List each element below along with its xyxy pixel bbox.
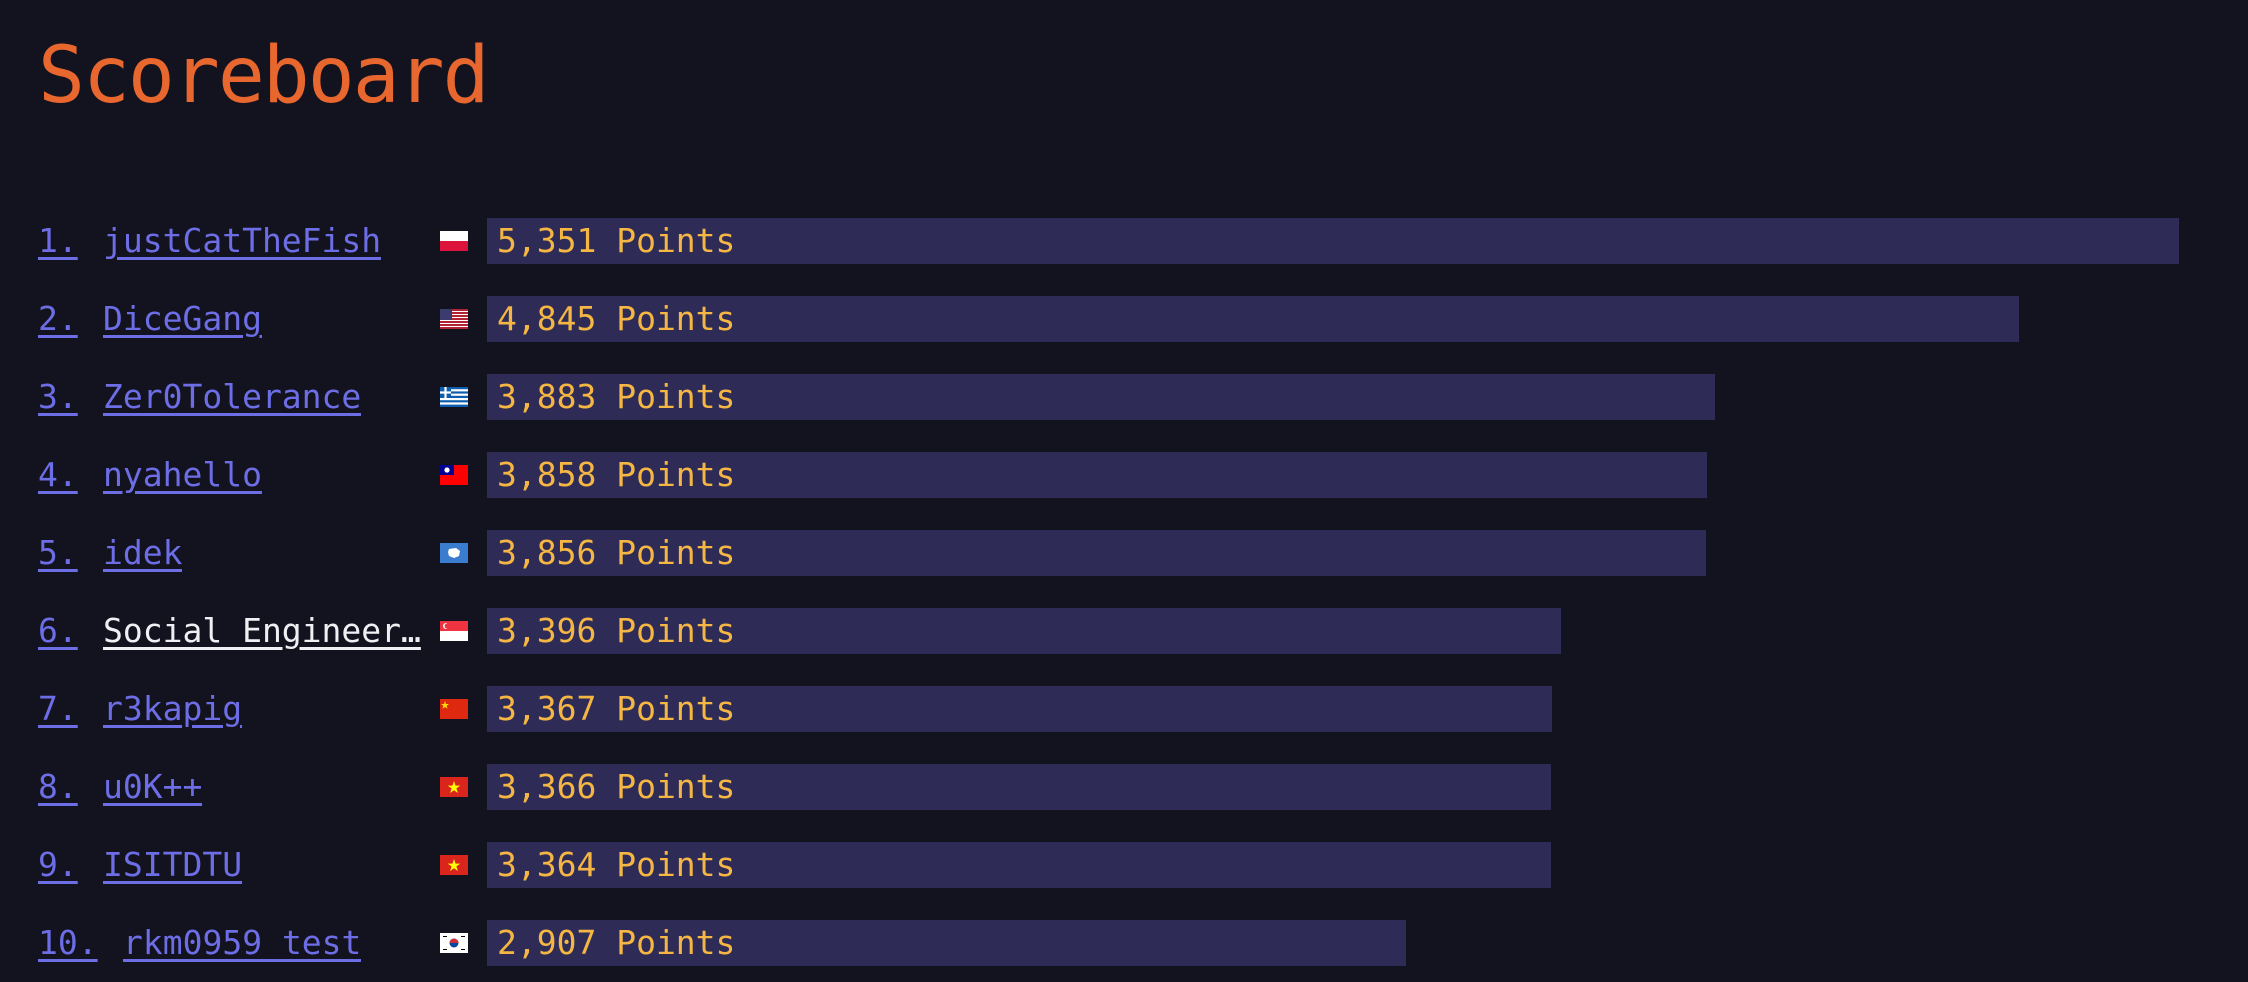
points-label: 3,856 Points [497,533,736,572]
team-link[interactable]: justCatTheFish [103,218,381,264]
team-link[interactable]: ISITDTU [103,842,242,888]
rank-link[interactable]: 2. [38,296,78,342]
team-link[interactable]: u0K++ [103,764,202,810]
flag-vietnam-icon [440,777,468,797]
points-label: 2,907 Points [497,923,736,962]
rank-link[interactable]: 1. [38,218,78,264]
rank-link[interactable]: 10. [38,920,98,966]
flag-vietnam-icon [440,855,468,875]
team-link[interactable]: rkm0959_test [123,920,361,966]
scoreboard-row: 1. justCatTheFish 5,351 Points [38,218,2218,264]
scoreboard-row: 4. nyahello 3,858 Points [38,452,2218,498]
points-label: 3,366 Points [497,767,736,806]
scoreboard-row: 3. Zer0Tolerance 3,883 Points [38,374,2218,420]
flag-antarctica-icon [440,543,468,563]
points-label: 5,351 Points [497,221,736,260]
rank-link[interactable]: 4. [38,452,78,498]
scoreboard-row: 6. Social_Engineer… 3,396 Points [38,608,2218,654]
flag-singapore-icon [440,621,468,641]
scoreboard-list: 1. justCatTheFish 5,351 Points 2. DiceGa… [38,218,2218,982]
team-link[interactable]: r3kapig [103,686,242,732]
team-link[interactable]: Zer0Tolerance [103,374,361,420]
team-link-current[interactable]: Social_Engineer… [103,608,421,654]
points-label: 3,364 Points [497,845,736,884]
rank-link[interactable]: 3. [38,374,78,420]
scoreboard-row: 7. r3kapig 3,367 Points [38,686,2218,732]
team-link[interactable]: DiceGang [103,296,262,342]
flag-china-icon [440,699,468,719]
rank-link[interactable]: 8. [38,764,78,810]
page-title: Scoreboard [38,31,490,121]
scoreboard-row: 9. ISITDTU 3,364 Points [38,842,2218,888]
flag-south-korea-icon [440,933,468,953]
rank-link[interactable]: 7. [38,686,78,732]
scoreboard-row: 2. DiceGang 4,845 Points [38,296,2218,342]
flag-greece-icon [440,387,468,407]
points-bar [487,218,2179,264]
scoreboard-row: 8. u0K++ 3,366 Points [38,764,2218,810]
rank-link[interactable]: 5. [38,530,78,576]
scoreboard-row: 5. idek 3,856 Points [38,530,2218,576]
points-label: 3,367 Points [497,689,736,728]
rank-link[interactable]: 9. [38,842,78,888]
flag-taiwan-icon [440,465,468,485]
team-link[interactable]: idek [103,530,182,576]
rank-link[interactable]: 6. [38,608,78,654]
points-label: 3,396 Points [497,611,736,650]
flag-usa-icon [440,309,468,329]
points-label: 3,883 Points [497,377,736,416]
flag-poland-icon [440,231,468,251]
team-link[interactable]: nyahello [103,452,262,498]
scoreboard-row: 10. rkm0959_test 2,907 Points [38,920,2218,966]
scoreboard-page: Scoreboard 1. justCatTheFish 5,351 Point… [0,0,2248,982]
points-label: 3,858 Points [497,455,736,494]
points-label: 4,845 Points [497,299,736,338]
